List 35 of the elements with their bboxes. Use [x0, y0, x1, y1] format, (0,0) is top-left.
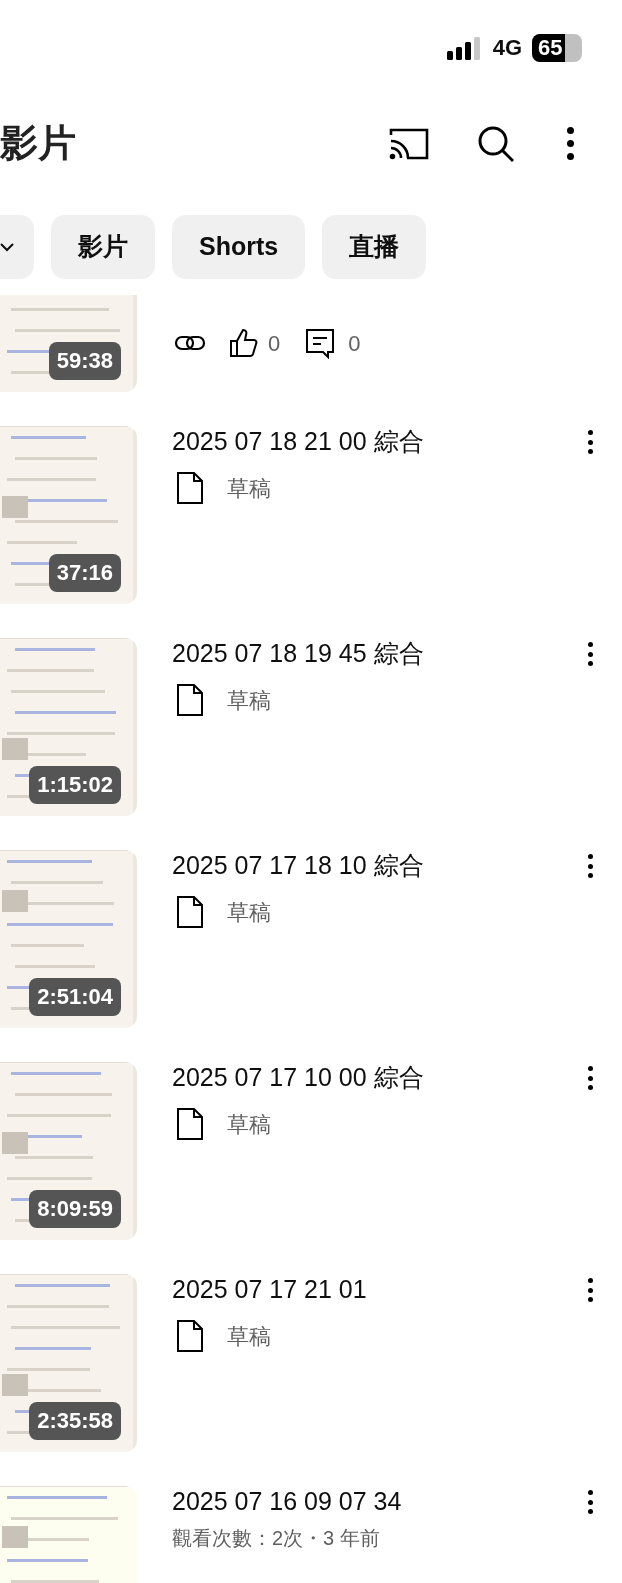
- battery-label: 65: [537, 36, 563, 59]
- duration-badge: 37:16: [48, 554, 121, 592]
- duration-badge: 8:09:59: [29, 1190, 121, 1228]
- document-icon: [177, 472, 203, 504]
- video-title[interactable]: 2025 07 17 21 01: [172, 1274, 584, 1304]
- video-title[interactable]: 2025 07 17 10 00 綜合: [172, 1062, 584, 1092]
- comment-icon[interactable]: [304, 327, 337, 359]
- chevron-icon: [0, 242, 14, 252]
- duration-badge: 2:51:04: [29, 978, 121, 1016]
- signal-icon: [446, 35, 483, 60]
- draft-label: 草稿: [227, 898, 271, 927]
- duration-badge: 1:15:02: [29, 766, 121, 804]
- filter-chip[interactable]: Shorts: [172, 215, 306, 279]
- duration-badge: 2:35:58: [29, 1402, 121, 1440]
- document-icon: [177, 1320, 203, 1352]
- video-title[interactable]: 2025 07 17 18 10 綜合: [172, 850, 584, 880]
- duration-badge: 59:38: [48, 342, 121, 380]
- video-title[interactable]: 2025 07 18 21 00 綜合: [172, 426, 584, 456]
- draft-label: 草稿: [227, 1322, 271, 1351]
- document-icon: [177, 896, 203, 928]
- page-title: 影片: [0, 121, 77, 166]
- like-icon[interactable]: [228, 327, 260, 359]
- document-icon: [177, 1108, 203, 1140]
- video-title[interactable]: 2025 07 18 19 45 綜合: [172, 638, 584, 668]
- draft-label: 草稿: [227, 474, 271, 503]
- video-meta: 觀看次數：2次・3 年前: [172, 1527, 381, 1549]
- draft-label: 草稿: [227, 686, 271, 715]
- comment-count: 0: [348, 329, 361, 358]
- document-icon: [177, 684, 203, 716]
- filter-chip[interactable]: 影片: [51, 215, 155, 279]
- network-label: 4G: [492, 34, 522, 62]
- video-title[interactable]: 2025 07 16 09 07 34: [172, 1486, 584, 1516]
- like-count: 0: [268, 329, 281, 358]
- draft-label: 草稿: [227, 1110, 271, 1139]
- filter-chip[interactable]: 直播: [322, 215, 427, 279]
